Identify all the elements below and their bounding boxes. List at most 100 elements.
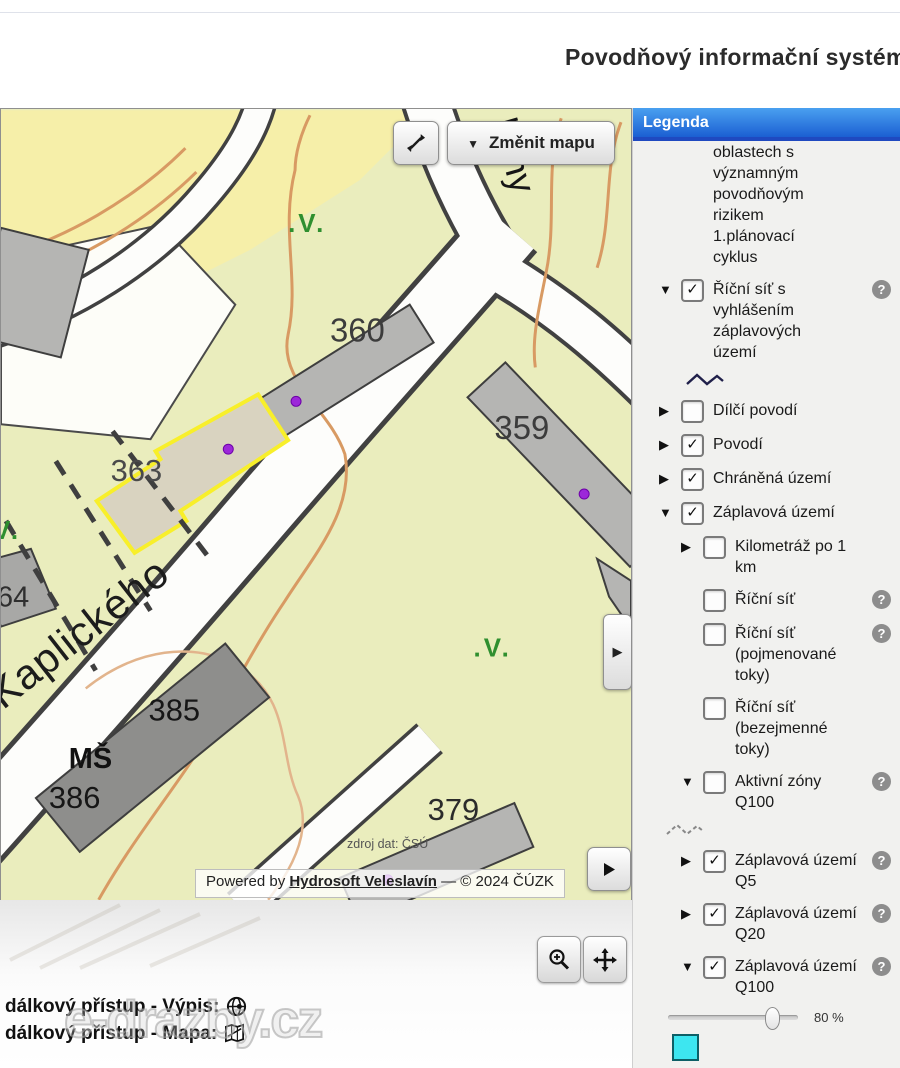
checkbox[interactable]: ✓ xyxy=(681,502,704,525)
attribution-suffix: — © 2024 ČÚZK xyxy=(441,873,554,890)
building-360-label: 360 xyxy=(330,312,385,349)
header-divider xyxy=(0,12,900,13)
school-label: MŠ xyxy=(69,741,112,775)
legend-item-ricni-sit-bezejmenne: ✓ Říční síť (bezejmenné toky) ? xyxy=(633,697,900,760)
move-arrows-icon xyxy=(592,947,618,973)
remote-access-mapa-label: dálkový přístup - Mapa: xyxy=(5,1023,217,1045)
opacity-slider[interactable] xyxy=(668,1015,798,1020)
opacity-slider-row: 80 % xyxy=(668,1007,865,1027)
globe-icon[interactable] xyxy=(225,995,248,1018)
legend-panel: Legenda oblastech s významným povodňovým… xyxy=(632,108,900,1068)
river-line-symbol xyxy=(685,371,865,389)
legend-item-povodi: ▶ ✓ Povodí ? xyxy=(633,434,900,457)
help-icon[interactable]: ? xyxy=(872,280,891,299)
tree-collapse-icon[interactable]: ▼ xyxy=(681,956,703,974)
building-386-label: 386 xyxy=(49,780,101,815)
tree-spacer xyxy=(681,697,703,700)
remote-access-vypis-row: dálkový přístup - Výpis: xyxy=(5,995,248,1018)
legend-item-zaplavova-q20: ▶ ✓ Záplavová území Q20 ? xyxy=(633,903,900,945)
attribution-link[interactable]: Hydrosoft Veleslavín xyxy=(289,873,437,890)
map-art: 360 359 363 385 386 MŠ 379 64 Kaplického… xyxy=(1,109,631,901)
page-title: Povodňový informační systém xyxy=(565,44,900,71)
tree-expand-icon[interactable]: ▶ xyxy=(659,400,681,419)
legend-item-label: Říční síť (pojmenované toky) xyxy=(735,623,857,686)
dropdown-arrow-icon: ▼ xyxy=(467,137,479,151)
legend-item-ricni-sit-vyhlasenim: ▼ ✓ Říční síť s vyhlášením záplavových ú… xyxy=(633,279,900,389)
map-canvas[interactable]: 360 359 363 385 386 MŠ 379 64 Kaplického… xyxy=(0,108,632,902)
legend-item-ricni-sit-pojmenovane: ✓ Říční síť (pojmenované toky) ? xyxy=(633,623,900,686)
tree-spacer xyxy=(681,623,703,626)
map-ghost-reflection xyxy=(0,900,420,970)
tree-expand-icon[interactable]: ▶ xyxy=(681,536,703,555)
help-icon[interactable]: ? xyxy=(872,904,891,923)
corner-arrow-icon xyxy=(599,859,619,879)
legend-item-label: Říční síť s vyhlášením záplavových území xyxy=(713,279,835,363)
checkbox[interactable]: ✓ xyxy=(703,956,726,979)
checkbox[interactable]: ✓ xyxy=(681,434,704,457)
change-map-label: Změnit mapu xyxy=(489,133,595,153)
help-icon[interactable]: ? xyxy=(872,624,891,643)
pan-button[interactable] xyxy=(583,936,627,983)
tree-expand-icon[interactable]: ▶ xyxy=(659,434,681,453)
checkbox[interactable]: ✓ xyxy=(703,623,726,646)
data-source-note: zdroj dat: ČSÚ xyxy=(347,837,428,851)
fullscreen-button[interactable] xyxy=(393,121,439,165)
checkbox[interactable]: ✓ xyxy=(681,400,704,423)
legend-item-label: Záplavová území Q20 xyxy=(735,903,857,945)
slider-thumb[interactable] xyxy=(765,1007,780,1030)
legend-body: oblastech s významným povodňovým rizikem… xyxy=(633,141,900,1068)
map-attribution: Powered by Hydrosoft Veleslavín — © 2024… xyxy=(195,869,565,898)
help-icon[interactable]: ? xyxy=(872,851,891,870)
legend-item-chranena-uzemi: ▶ ✓ Chráněná území ? xyxy=(633,468,900,491)
legend-item-zaplavova-q5: ▶ ✓ Záplavová území Q5 ? xyxy=(633,850,900,892)
legend-item-scrolled-continuation: oblastech s významným povodňovým rizikem… xyxy=(633,142,900,268)
legend-item-label: Záplavová území xyxy=(713,502,865,523)
tree-collapse-icon[interactable]: ▼ xyxy=(681,771,703,789)
help-icon[interactable]: ? xyxy=(872,590,891,609)
legend-item-ricni-sit: ✓ Říční síť ? xyxy=(633,589,900,612)
tree-collapse-icon[interactable]: ▼ xyxy=(659,279,681,297)
tree-expand-icon[interactable]: ▶ xyxy=(681,903,703,922)
checkbox[interactable]: ✓ xyxy=(703,903,726,926)
legend-item-label: Kilometráž po 1 km xyxy=(735,536,865,578)
vegetation-symbol: .V. xyxy=(473,635,511,663)
chevron-right-icon: ▶ xyxy=(613,644,623,660)
tree-expand-icon[interactable]: ▶ xyxy=(681,850,703,869)
magnifier-icon xyxy=(546,947,572,973)
legend-item-zaplavova-q100: ▼ ✓ Záplavová území Q100 ? 80 % xyxy=(633,956,900,1061)
opacity-value: 80 % xyxy=(814,1010,844,1025)
legend-item-aktivni-zony-q100: ▼ ✓ Aktivní zóny Q100 ? xyxy=(633,771,900,839)
help-icon[interactable]: ? xyxy=(872,772,891,791)
legend-item-label: Záplavová území Q5 xyxy=(735,850,857,892)
map-icon[interactable] xyxy=(223,1022,246,1045)
help-icon[interactable]: ? xyxy=(872,957,891,976)
checkbox[interactable]: ✓ xyxy=(703,536,726,559)
legend-item-label: Aktivní zóny Q100 xyxy=(735,771,857,813)
legend-item-label: Říční síť xyxy=(735,589,857,610)
tree-collapse-icon[interactable]: ▼ xyxy=(659,502,681,520)
vegetation-symbol: V. xyxy=(1,517,21,545)
checkbox[interactable]: ✓ xyxy=(703,850,726,873)
flood-info-system-page: Povodňový informační systém xyxy=(0,0,900,1068)
building-363-label: 363 xyxy=(111,453,163,488)
legend-item-dilci-povodi: ▶ ✓ Dílčí povodí ? xyxy=(633,400,900,423)
attribution-prefix: Powered by xyxy=(206,873,285,890)
building-379-label: 379 xyxy=(428,792,480,827)
legend-item-label: oblastech s významným povodňovým rizikem… xyxy=(713,142,835,268)
map-corner-arrow-button[interactable] xyxy=(587,847,631,891)
tree-expand-icon[interactable]: ▶ xyxy=(659,468,681,487)
tree-spacer xyxy=(681,589,703,592)
checkbox[interactable]: ✓ xyxy=(703,589,726,612)
panel-toggle-button[interactable]: ▶ xyxy=(603,614,632,690)
change-map-button[interactable]: ▼ Změnit mapu xyxy=(447,121,615,165)
zoom-button[interactable] xyxy=(537,936,581,983)
remote-access-vypis-label: dálkový přístup - Výpis: xyxy=(5,996,219,1018)
checkbox[interactable]: ✓ xyxy=(703,697,726,720)
checkbox[interactable]: ✓ xyxy=(681,468,704,491)
legend-header[interactable]: Legenda xyxy=(633,108,900,141)
legend-item-kilometraz: ▶ ✓ Kilometráž po 1 km ? xyxy=(633,536,900,578)
checkbox[interactable]: ✓ xyxy=(703,771,726,794)
checkbox[interactable]: ✓ xyxy=(681,279,704,302)
vegetation-symbol: .V. xyxy=(288,210,326,238)
legend-item-zaplavova-uzemi: ▼ ✓ Záplavová území ? xyxy=(633,502,900,525)
